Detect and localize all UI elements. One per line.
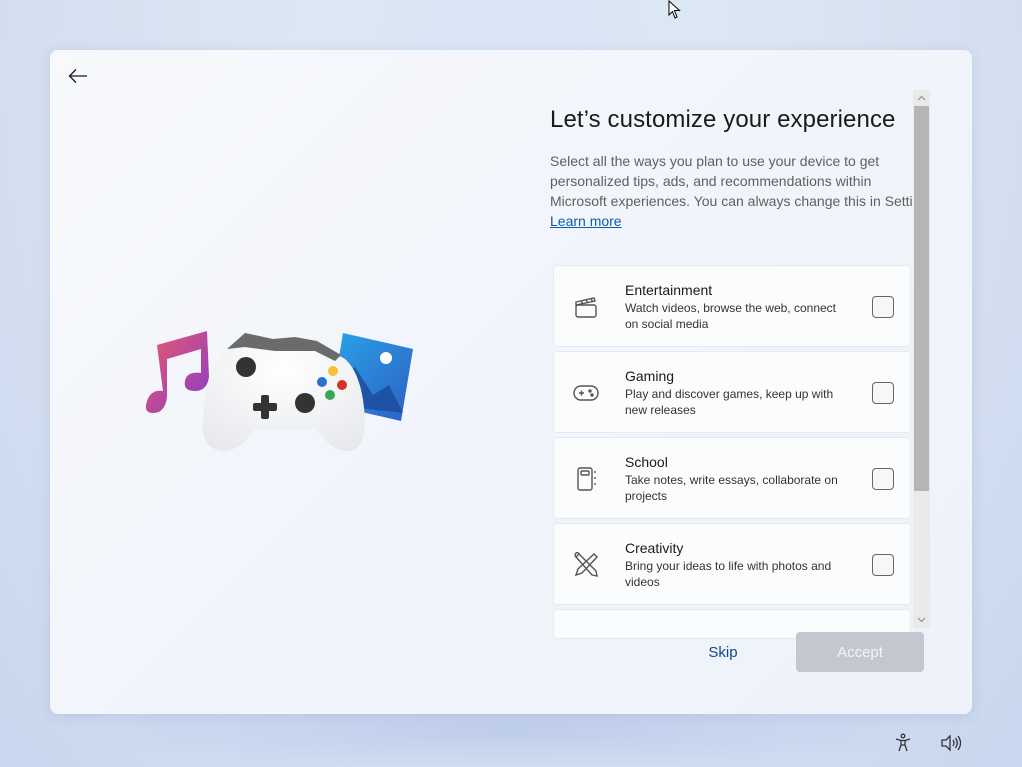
- clapperboard-icon: [572, 293, 600, 321]
- page-title: Let’s customize your experience: [550, 106, 896, 133]
- pen-brush-icon: [572, 551, 600, 579]
- options-list: Entertainment Watch videos, browse the w…: [553, 265, 911, 643]
- option-creativity[interactable]: Creativity Bring your ideas to life with…: [553, 523, 911, 605]
- back-button[interactable]: [64, 64, 92, 88]
- scroll-thumb[interactable]: [914, 106, 929, 491]
- accessibility-icon[interactable]: [891, 731, 915, 755]
- hero-illustration: [145, 331, 413, 452]
- accept-button[interactable]: Accept: [796, 632, 924, 672]
- back-arrow-icon: [68, 69, 87, 83]
- learn-more-link[interactable]: Learn more: [550, 211, 622, 231]
- page-description: Select all the ways you plan to use your…: [550, 153, 913, 209]
- chevron-up-icon: [917, 95, 926, 101]
- mouse-cursor-icon: [668, 0, 681, 19]
- option-entertainment[interactable]: Entertainment Watch videos, browse the w…: [553, 265, 911, 347]
- chevron-down-icon: [917, 617, 926, 623]
- notebook-icon: [572, 465, 600, 493]
- scroll-up-button[interactable]: [913, 90, 930, 106]
- entertainment-checkbox[interactable]: [872, 296, 894, 318]
- option-gaming[interactable]: Gaming Play and discover games, keep up …: [553, 351, 911, 433]
- oobe-window: Let’s customize your experience Select a…: [50, 50, 972, 714]
- school-checkbox[interactable]: [872, 468, 894, 490]
- volume-icon[interactable]: [939, 731, 963, 755]
- skip-button[interactable]: Skip: [693, 638, 753, 666]
- scroll-down-button[interactable]: [913, 612, 930, 628]
- music-note-icon: [145, 331, 209, 413]
- content-panel: Let’s customize your experience Select a…: [550, 90, 913, 678]
- gaming-checkbox[interactable]: [872, 382, 894, 404]
- gamepad-icon: [572, 379, 600, 407]
- creativity-checkbox[interactable]: [872, 554, 894, 576]
- option-school[interactable]: School Take notes, write essays, collabo…: [553, 437, 911, 519]
- options-scrollbar[interactable]: [913, 90, 930, 628]
